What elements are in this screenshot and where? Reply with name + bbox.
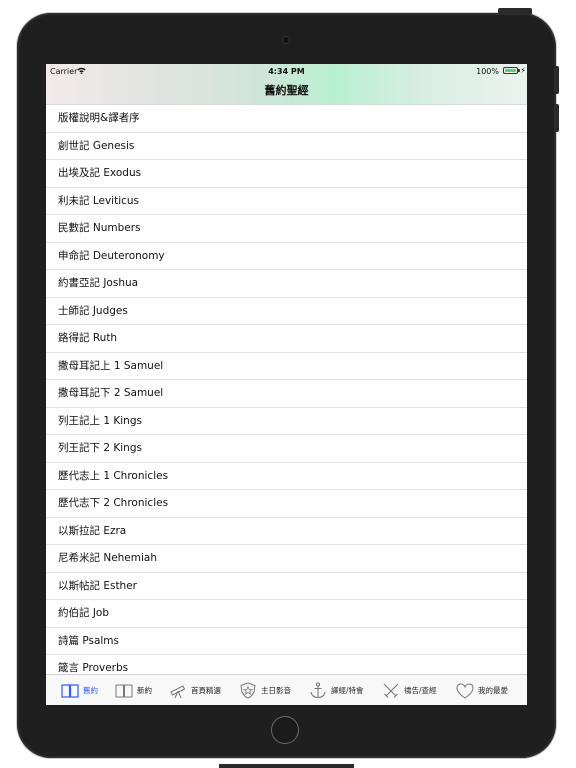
battery-percent: 100% [476,67,499,76]
list-item[interactable]: 尼希米記 Nehemiah [46,545,527,573]
tab-1[interactable]: 舊約 [60,675,98,705]
tab-5[interactable]: 譯經/特會 [308,675,364,705]
list-item[interactable]: 創世記 Genesis [46,133,527,160]
tab-label: 禱告/查經 [404,686,437,695]
list-item[interactable]: 約伯記 Job [46,600,527,628]
tab-3[interactable]: 首頁精選 [168,675,221,705]
telescope-icon [168,682,188,700]
list-item[interactable]: 撒母耳記上 1 Samuel [46,353,527,380]
shield-star-icon [238,682,258,700]
list-item[interactable]: 路得記 Ruth [46,325,527,353]
app-screen: Carrier 4:34 PM 100% ⚡ 舊約聖經 版權說明&譯者序 創世記 … [46,64,527,705]
power-button [498,8,532,14]
list-item[interactable]: 以斯拉記 Ezra [46,518,527,545]
charging-bolt-icon: ⚡ [520,66,526,75]
list-item[interactable]: 歷代志下 2 Chronicles [46,490,527,518]
volume-down-button [555,104,559,132]
anchor-icon [308,682,328,700]
list-item[interactable]: 出埃及記 Exodus [46,160,527,188]
tab-4[interactable]: 主日影音 [238,675,291,705]
tab-label: 我的最愛 [478,686,508,695]
list-item[interactable]: 以斯帖記 Esther [46,573,527,600]
tab-2[interactable]: 新約 [114,675,152,705]
list-item[interactable]: 民數記 Numbers [46,215,527,243]
page-title: 舊約聖經 [264,84,309,97]
volume-up-button [555,66,559,94]
battery-icon [503,67,518,74]
tab-6[interactable]: 禱告/查經 [381,675,437,705]
list-item[interactable]: 列王記上 1 Kings [46,408,527,435]
tab-label: 首頁精選 [191,686,221,695]
list-item[interactable]: 約書亞記 Joshua [46,270,527,298]
device-stand-edge [219,764,354,768]
tab-7[interactable]: 我的最愛 [455,675,508,705]
list-item[interactable]: 詩篇 Psalms [46,628,527,655]
list-item[interactable]: 版權說明&譯者序 [46,105,527,133]
heart-icon [455,682,475,700]
tab-label: 舊約 [83,686,98,695]
book-open-icon [60,682,80,700]
tab-label: 主日影音 [261,686,291,695]
home-button[interactable] [271,716,299,744]
front-camera [282,36,290,44]
tab-label: 新約 [137,686,152,695]
status-bar: Carrier 4:34 PM 100% ⚡ [46,64,527,78]
book-icon [114,682,134,700]
book-list[interactable]: 版權說明&譯者序 創世記 Genesis 出埃及記 Exodus 利未記 Leviti… [46,105,527,683]
list-item[interactable]: 歷代志上 1 Chronicles [46,463,527,490]
navigation-header: Carrier 4:34 PM 100% ⚡ 舊約聖經 [46,64,527,105]
list-item[interactable]: 申命記 Deuteronomy [46,243,527,270]
list-item[interactable]: 撒母耳記下 2 Samuel [46,380,527,408]
list-item[interactable]: 士師記 Judges [46,298,527,325]
tab-label: 譯經/特會 [331,686,364,695]
tab-bar: 舊約 新約 首頁精選 主日影音 譯經/特會 禱告/查經 我的最愛 [46,674,527,705]
crossed-swords-icon [381,682,401,700]
status-time: 4:34 PM [268,67,305,76]
list-item[interactable]: 利未記 Leviticus [46,188,527,215]
list-item[interactable]: 列王記下 2 Kings [46,435,527,463]
